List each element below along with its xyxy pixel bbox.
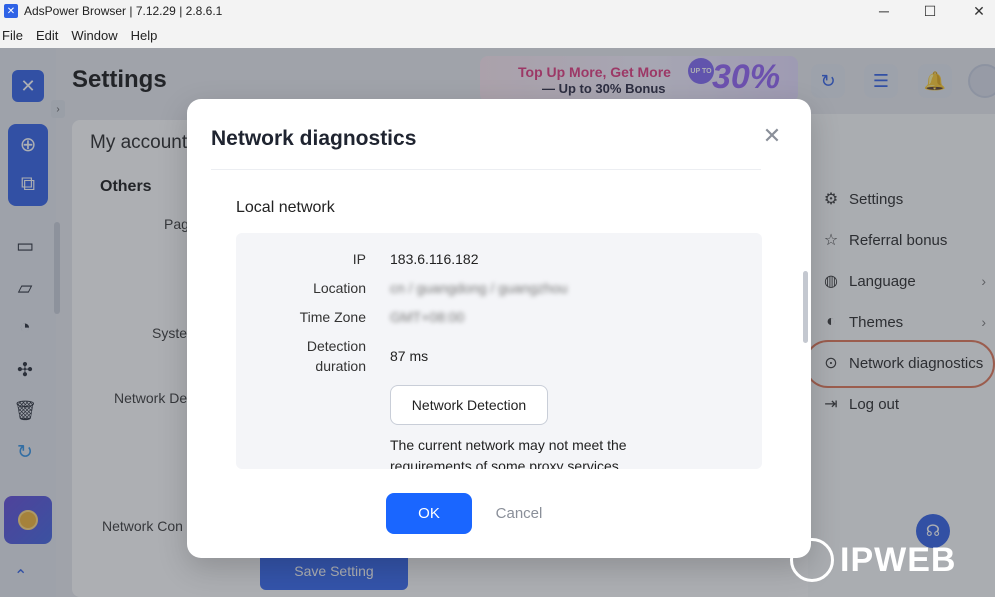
local-network-info-panel: IP 183.6.116.182 Location cn / guangdong…	[236, 233, 762, 469]
close-window-button[interactable]: ✕	[955, 0, 995, 22]
cancel-button[interactable]: Cancel	[483, 493, 555, 534]
close-icon[interactable]: ✕	[761, 125, 783, 147]
window-title: AdsPower Browser | 7.12.29 | 2.8.6.1	[24, 4, 223, 18]
network-detection-button[interactable]: Network Detection	[390, 385, 548, 425]
title-bar: ✕ AdsPower Browser | 7.12.29 | 2.8.6.1 ─…	[0, 0, 995, 22]
menu-file[interactable]: File	[2, 28, 23, 43]
ip-label: IP	[352, 251, 366, 267]
ipweb-logo-icon	[790, 538, 834, 582]
ok-button[interactable]: OK	[386, 493, 472, 534]
location-label: Location	[313, 280, 366, 296]
timezone-label: Time Zone	[299, 309, 366, 325]
minimize-button[interactable]: ─	[860, 0, 908, 22]
network-diagnostics-dialog: Network diagnostics ✕ Local network IP 1…	[187, 99, 811, 558]
detection-duration-label-2: duration	[315, 358, 366, 374]
watermark-text: IPWEB	[840, 540, 957, 579]
network-warning-text: The current network may not meet the req…	[390, 437, 627, 469]
menu-help[interactable]: Help	[131, 28, 158, 43]
menu-bar: File Edit Window Help	[0, 22, 995, 48]
ipweb-watermark: IPWEB	[790, 538, 956, 582]
dialog-title: Network diagnostics	[211, 127, 417, 150]
dialog-scrollbar[interactable]	[803, 271, 808, 343]
detection-duration-value: 87 ms	[390, 348, 429, 364]
menu-edit[interactable]: Edit	[36, 28, 58, 43]
maximize-button[interactable]: ☐	[906, 0, 954, 22]
app-logo-icon: ✕	[4, 4, 18, 18]
section-title-local-network: Local network	[236, 199, 335, 216]
menu-window[interactable]: Window	[71, 28, 117, 43]
detection-duration-label-1: Detection	[306, 338, 366, 354]
location-value: cn / guangdong / guangzhou	[390, 280, 568, 296]
timezone-value: GMT+08:00	[390, 309, 465, 325]
dialog-divider	[211, 169, 761, 170]
ip-value: 183.6.116.182	[390, 251, 479, 267]
